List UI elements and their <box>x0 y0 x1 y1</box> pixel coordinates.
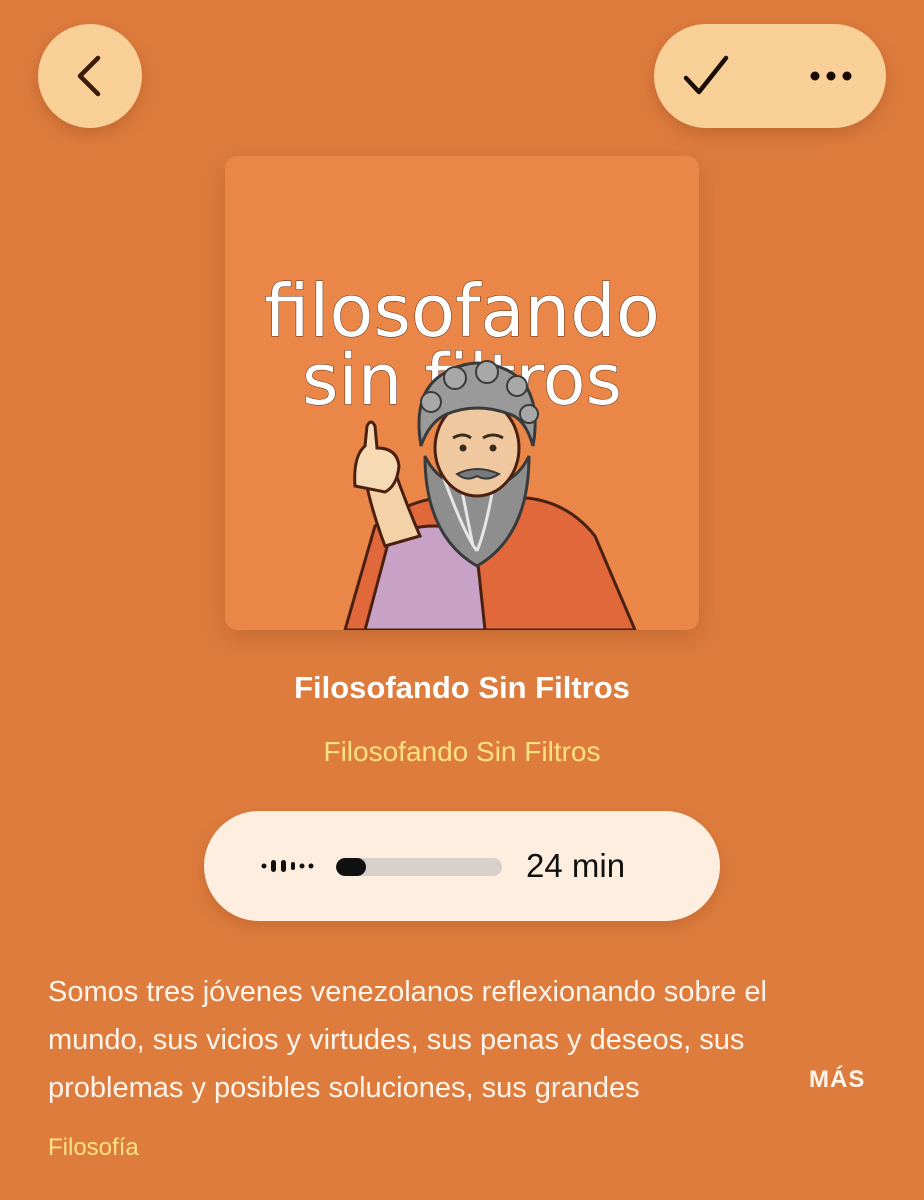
playback-progress-bar <box>336 858 502 876</box>
checkmark-icon <box>683 55 729 95</box>
more-description-button[interactable]: MÁS <box>809 1066 865 1094</box>
header-actions <box>654 24 886 128</box>
episode-title: Filosofando Sin Filtros <box>294 670 630 705</box>
podcast-artwork: filosofando sin filtros <box>225 156 699 630</box>
play-button[interactable]: 24 min <box>204 811 720 921</box>
playback-progress-fill <box>336 858 366 876</box>
category-link[interactable]: Filosofía <box>48 1134 139 1162</box>
play-waveform-icon <box>261 860 314 872</box>
back-button[interactable] <box>38 24 142 128</box>
description-fade <box>700 1060 810 1108</box>
ellipsis-icon <box>810 71 852 81</box>
chevron-left-icon <box>77 55 101 97</box>
episode-duration: 24 min <box>526 847 626 884</box>
more-options-button[interactable] <box>800 46 862 106</box>
mark-played-button[interactable] <box>676 46 736 106</box>
show-name-link[interactable]: Filosofando Sin Filtros <box>0 736 924 768</box>
